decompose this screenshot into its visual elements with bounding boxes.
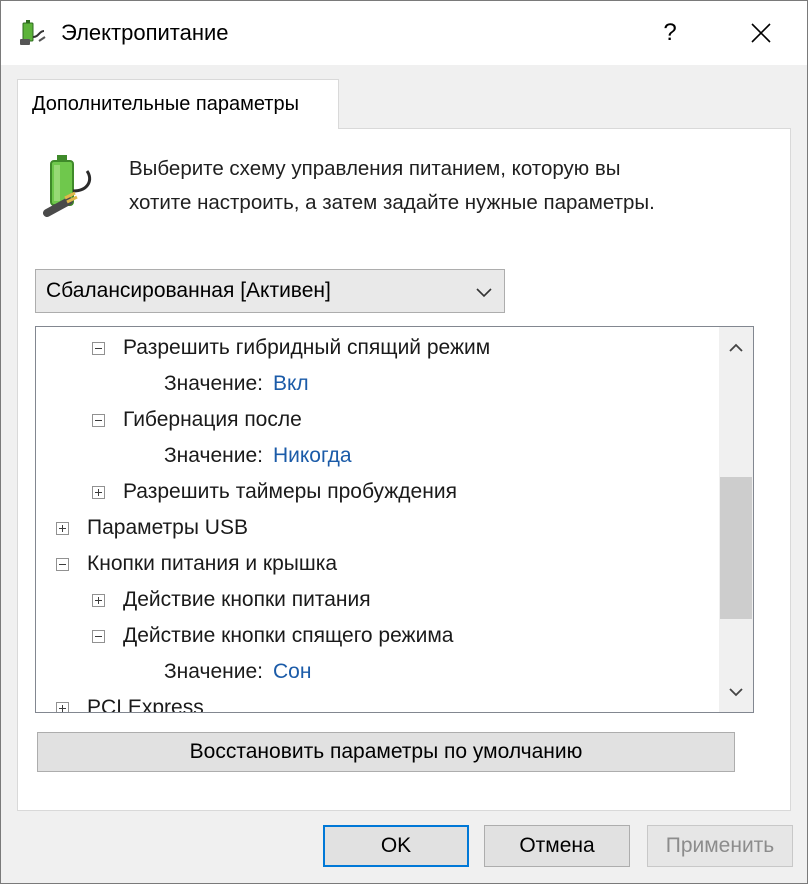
description-line-1: Выберите схему управления питанием, кото… xyxy=(129,157,621,180)
collapse-icon[interactable] xyxy=(92,629,105,643)
expand-icon[interactable] xyxy=(92,485,105,499)
power-options-dialog: Электропитание ? Дополнительные параметр… xyxy=(0,0,808,884)
setting-value[interactable]: Сон xyxy=(273,660,311,684)
tree-item-hybrid-sleep[interactable]: Разрешить гибридный спящий режим xyxy=(92,331,490,365)
apply-button[interactable]: Применить xyxy=(647,825,793,867)
scroll-down-button[interactable] xyxy=(719,675,753,709)
value-label: Значение: xyxy=(164,444,263,467)
tree-item-wake-timers[interactable]: Разрешить таймеры пробуждения xyxy=(92,475,457,509)
expand-icon[interactable] xyxy=(92,593,105,607)
dialog-content: Дополнительные параметры Выберите схему … xyxy=(1,65,807,811)
tree-item-label: Разрешить таймеры пробуждения xyxy=(123,480,457,503)
tree-value-hibernate-after[interactable]: Значение: Никогда xyxy=(164,439,352,473)
description-line-2: хотите настроить, а затем задайте нужные… xyxy=(129,191,655,214)
expand-icon[interactable] xyxy=(56,701,69,712)
help-button[interactable]: ? xyxy=(646,9,694,57)
collapse-icon[interactable] xyxy=(92,413,105,427)
dialog-footer: OK Отмена Применить xyxy=(1,811,807,883)
tree-item-sleep-button-action[interactable]: Действие кнопки спящего режима xyxy=(92,619,453,653)
tab-advanced-settings[interactable]: Дополнительные параметры xyxy=(17,79,339,129)
battery-plug-icon xyxy=(43,155,92,217)
tree-value-sleep-button-action[interactable]: Значение: Сон xyxy=(164,655,311,689)
collapse-icon[interactable] xyxy=(56,557,69,571)
scroll-up-button[interactable] xyxy=(719,331,753,365)
tree-item-label: Действие кнопки питания xyxy=(123,588,371,611)
tree-item-label: Действие кнопки спящего режима xyxy=(123,624,454,647)
tree-item-label: Разрешить гибридный спящий режим xyxy=(123,336,491,359)
setting-value[interactable]: Вкл xyxy=(273,372,309,396)
tree-item-label: Кнопки питания и крышка xyxy=(87,552,338,575)
collapse-icon[interactable] xyxy=(92,341,105,355)
tree-item-label: Параметры USB xyxy=(87,516,248,539)
scrollbar-thumb[interactable] xyxy=(720,477,752,619)
chevron-up-icon xyxy=(729,343,743,352)
expand-icon[interactable] xyxy=(56,521,69,535)
tree-item-power-button-action[interactable]: Действие кнопки питания xyxy=(92,583,371,617)
tree-item-power-buttons-lid[interactable]: Кнопки питания и крышка xyxy=(56,547,337,581)
cancel-button[interactable]: Отмена xyxy=(484,825,630,867)
tree-value-hybrid-sleep[interactable]: Значение: Вкл xyxy=(164,367,309,401)
tree-item-usb-settings[interactable]: Параметры USB xyxy=(56,511,248,545)
value-label: Значение: xyxy=(164,372,263,395)
title-bar: Электропитание ? xyxy=(1,1,807,65)
tree-item-pci-express[interactable]: PCI Express xyxy=(56,691,204,713)
tree-item-hibernate-after[interactable]: Гибернация после xyxy=(92,403,302,437)
ok-button[interactable]: OK xyxy=(323,825,469,867)
power-plan-dropdown[interactable]: Сбалансированная [Активен] xyxy=(35,269,505,313)
window-title: Электропитание xyxy=(61,20,229,45)
tree-item-label: Гибернация после xyxy=(123,408,302,431)
tree-item-label: PCI Express xyxy=(87,696,204,713)
power-plug-icon xyxy=(20,20,46,45)
settings-tree[interactable]: Разрешить гибридный спящий режим Значени… xyxy=(35,326,754,713)
close-icon xyxy=(751,23,771,43)
restore-defaults-button[interactable]: Восстановить параметры по умолчанию xyxy=(37,732,735,772)
chevron-down-icon xyxy=(729,688,743,697)
description-text: Выберите схему управления питанием, кото… xyxy=(129,152,749,220)
value-label: Значение: xyxy=(164,660,263,683)
setting-value[interactable]: Никогда xyxy=(273,444,352,468)
vertical-scrollbar[interactable] xyxy=(719,327,753,712)
close-button[interactable] xyxy=(737,9,785,57)
chevron-down-icon xyxy=(476,288,492,298)
power-plan-value: Сбалансированная [Активен] xyxy=(46,279,331,302)
